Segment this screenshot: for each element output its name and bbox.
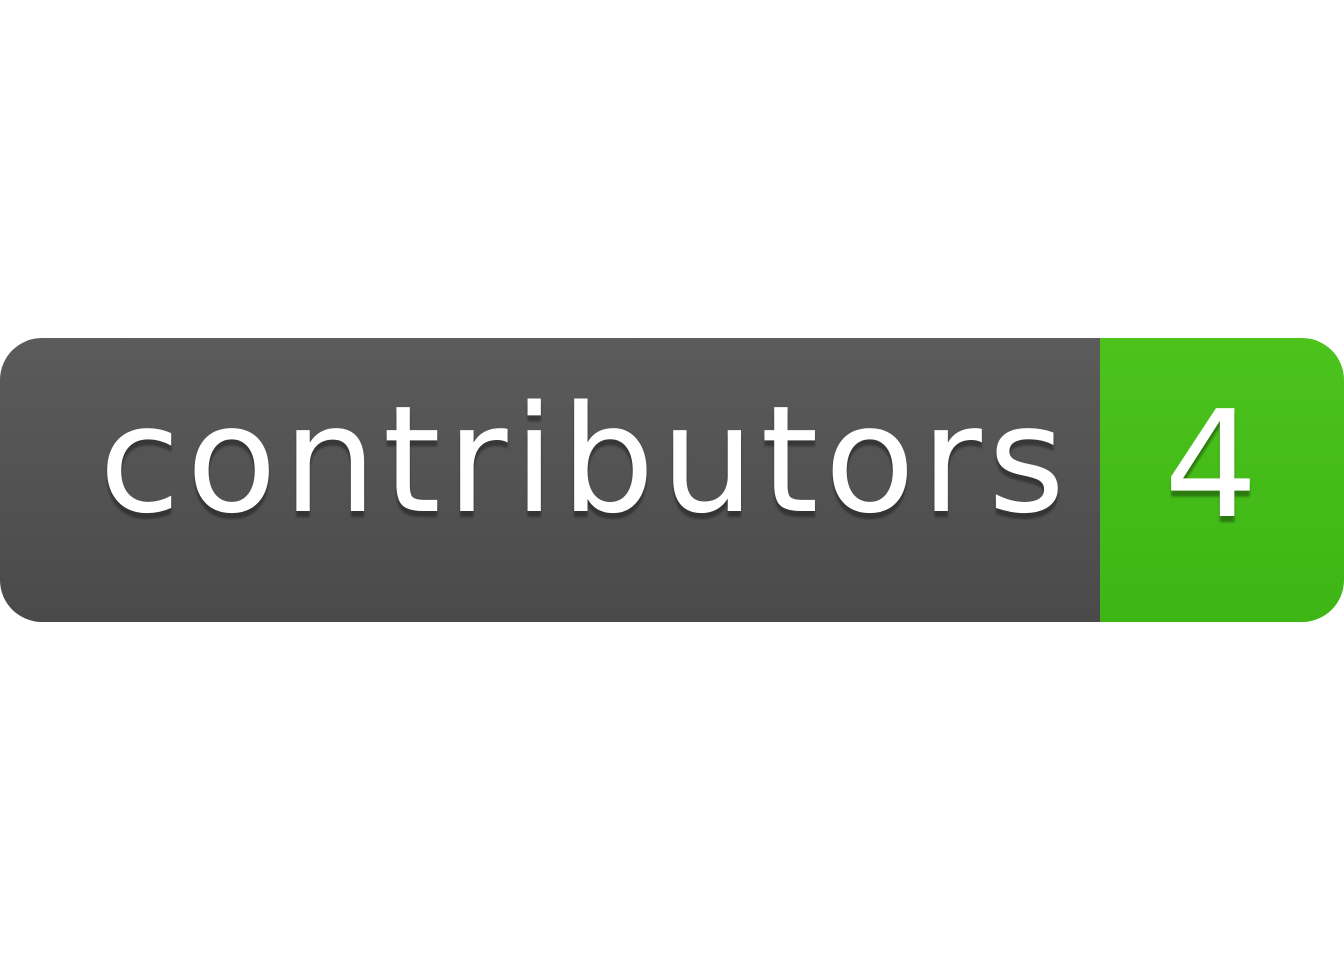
- badge-label-text: contributors: [99, 374, 1071, 546]
- badge-value-section: 4: [1100, 338, 1344, 622]
- badge-label-section: contributors: [0, 338, 1100, 622]
- contributors-badge: contributors 4: [0, 338, 1344, 622]
- badge-count-text: 4: [1163, 379, 1261, 551]
